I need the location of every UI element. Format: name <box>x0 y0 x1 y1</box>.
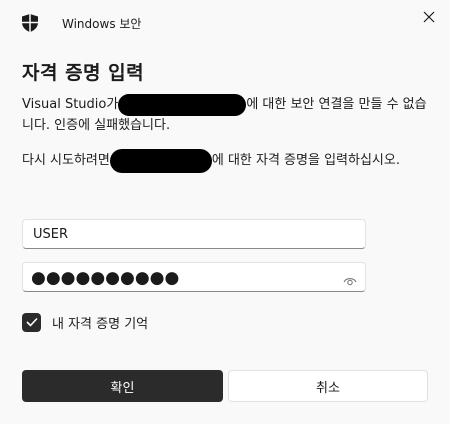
remember-label: 내 자격 증명 기억 <box>52 316 149 332</box>
redacted-server-name-2 <box>109 148 212 173</box>
eye-icon[interactable] <box>343 272 357 286</box>
message-connection: Visual Studio가 에 대한 보안 연결을 만들 수 없습니다. 인증에… <box>22 93 430 136</box>
cancel-button[interactable]: 취소 <box>228 370 428 402</box>
shield-icon <box>22 14 38 32</box>
message2-suffix: 에 대한 자격 증명을 입력하십시오. <box>211 153 400 168</box>
ok-button[interactable]: 확인 <box>22 370 223 402</box>
credential-dialog: Windows 보안 자격 증명 입력 Visual Studio가 에 대한 보… <box>0 0 450 424</box>
password-value: ●●●●●●●●●● <box>31 268 180 288</box>
password-field[interactable]: ●●●●●●●●●● <box>22 262 366 292</box>
message1-prefix: Visual Studio가 <box>22 97 119 112</box>
username-value: USER <box>33 227 69 242</box>
close-button[interactable] <box>418 6 440 28</box>
redacted-server-name <box>118 93 247 116</box>
message2-prefix: 다시 시도하려면 <box>22 153 110 168</box>
window-title: Windows 보안 <box>62 17 142 31</box>
username-field[interactable]: USER <box>22 219 366 249</box>
remember-credentials-row[interactable]: 내 자격 증명 기억 <box>22 311 148 333</box>
dialog-heading: 자격 증명 입력 <box>22 62 145 84</box>
close-icon <box>423 11 435 23</box>
checkmark-icon <box>25 317 38 327</box>
message-retry: 다시 시도하려면 에 대한 자격 증명을 입력하십시오. <box>22 148 430 173</box>
remember-checkbox[interactable] <box>22 312 41 332</box>
title-bar: Windows 보안 <box>0 0 450 44</box>
